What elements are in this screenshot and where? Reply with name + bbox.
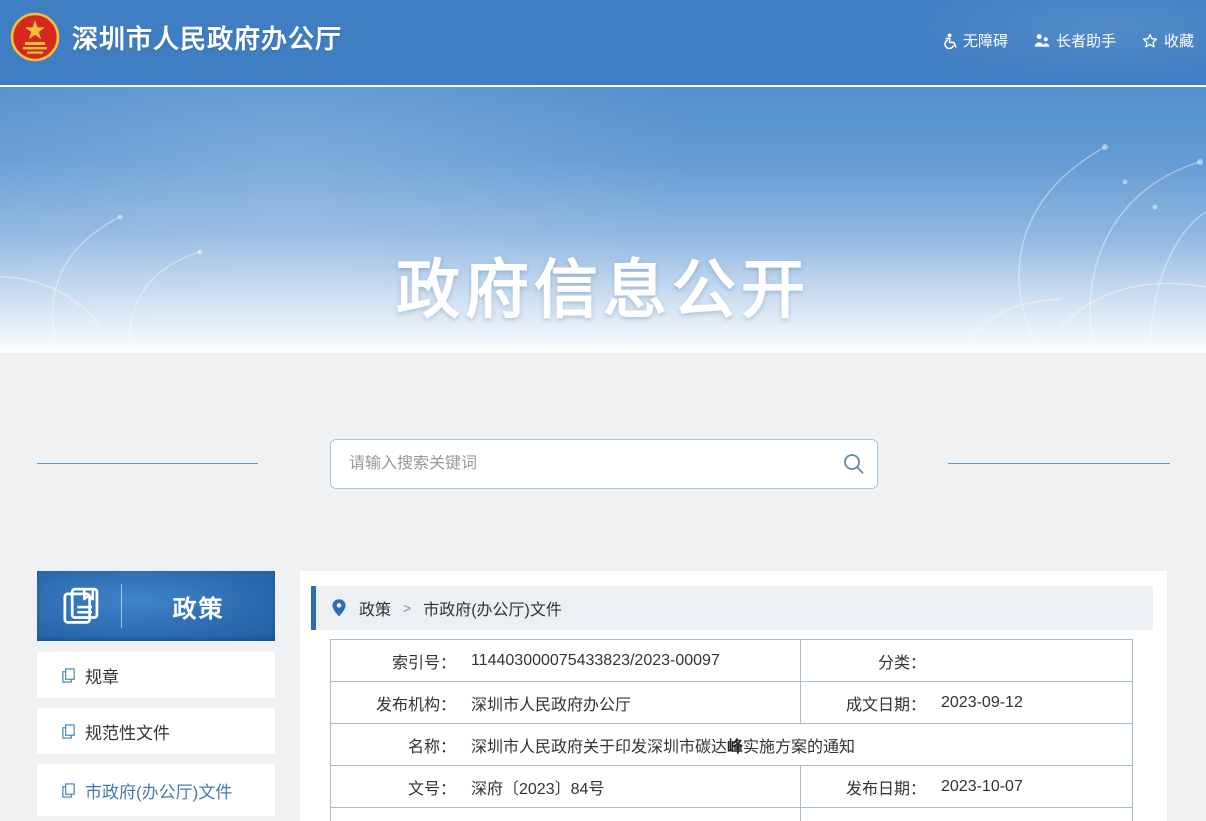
sidebar: 政策 规章 规范性文件 市 (37, 571, 275, 816)
sidebar-title: 政策 (122, 589, 275, 624)
page: 深圳市人民政府办公厅 无障碍 长者助手 (0, 0, 1206, 821)
document-icon (61, 668, 76, 683)
document-icon (61, 724, 76, 739)
search-box (330, 439, 878, 489)
national-emblem-icon (10, 12, 60, 62)
table-row: 文号： 深府〔2023〕84号 发布日期： 2023-10-07 (330, 766, 1133, 808)
search-highlight: 峰 (727, 739, 743, 756)
favorite-link[interactable]: 收藏 (1142, 30, 1194, 51)
doc-number-label: 文号： (331, 775, 456, 799)
publisher-value: 深圳市人民政府办公厅 (456, 691, 631, 715)
sidebar-item-label: 规范性文件 (85, 719, 170, 744)
breadcrumb-current[interactable]: 市政府(办公厅)文件 (423, 596, 562, 620)
site-title: 深圳市人民政府办公厅 (72, 19, 342, 56)
table-row-partial (330, 808, 1133, 821)
date-written-label: 成文日期： (801, 691, 926, 715)
doc-name-label: 名称： (331, 733, 456, 757)
table-row: 名称： 深圳市人民政府关于印发深圳市碳达峰实施方案的通知 (330, 724, 1133, 766)
doc-name-value: 深圳市人民政府关于印发深圳市碳达峰实施方案的通知 (456, 733, 855, 757)
sidebar-item-label: 规章 (85, 663, 119, 688)
accessibility-label: 无障碍 (963, 30, 1008, 51)
page-title: 政府信息公开 (0, 239, 1206, 331)
table-row: 发布机构： 深圳市人民政府办公厅 成文日期： 2023-09-12 (330, 682, 1133, 724)
date-published-label: 发布日期： (801, 775, 926, 799)
table-row: 索引号： 114403000075433823/2023-00097 分类： (330, 639, 1133, 682)
search-input[interactable] (331, 455, 831, 473)
policy-book-icon (59, 584, 103, 628)
elder-assist-label: 长者助手 (1056, 30, 1116, 51)
decorative-line-left (37, 463, 258, 464)
sidebar-item-normative-documents[interactable]: 规范性文件 (37, 708, 275, 754)
sidebar-item-label: 市政府(办公厅)文件 (85, 778, 232, 803)
index-number-label: 索引号： (331, 649, 456, 673)
index-number-value: 114403000075433823/2023-00097 (456, 652, 720, 670)
doc-number-value: 深府〔2023〕84号 (456, 775, 604, 799)
sidebar-item-municipal-documents-active[interactable]: 市政府(办公厅)文件 (37, 764, 275, 816)
breadcrumb-separator: > (403, 600, 411, 616)
main-content-card: 政策 > 市政府(办公厅)文件 索引号： 114403000075433823/… (300, 571, 1167, 821)
accessibility-link[interactable]: 无障碍 (941, 30, 1008, 51)
elder-assist-link[interactable]: 长者助手 (1034, 30, 1116, 51)
date-written-value: 2023-09-12 (926, 694, 1023, 712)
document-info-table: 索引号： 114403000075433823/2023-00097 分类： 发… (330, 639, 1133, 821)
star-icon (1142, 33, 1158, 49)
sidebar-header: 政策 (37, 571, 275, 641)
site-logo-link[interactable]: 深圳市人民政府办公厅 (10, 12, 342, 62)
sidebar-item-regulations[interactable]: 规章 (37, 652, 275, 698)
category-label: 分类： (801, 649, 926, 673)
banner: 政府信息公开 (0, 85, 1206, 353)
search-button[interactable] (831, 440, 877, 488)
decorative-line-right (948, 463, 1170, 464)
search-icon (842, 452, 866, 476)
favorite-label: 收藏 (1164, 30, 1194, 51)
breadcrumb-link-policy[interactable]: 政策 (359, 596, 391, 620)
breadcrumb: 政策 > 市政府(办公厅)文件 (311, 586, 1153, 630)
publisher-label: 发布机构： (331, 691, 456, 715)
content-section: 政策 规章 规范性文件 市 (0, 353, 1206, 821)
document-icon (61, 783, 76, 798)
topbar: 深圳市人民政府办公厅 无障碍 长者助手 (0, 0, 1206, 85)
breadcrumb-accent-bar (311, 586, 316, 630)
accessibility-icon (941, 33, 957, 49)
location-pin-icon (332, 599, 346, 617)
elder-person-icon (1034, 33, 1050, 49)
date-published-value: 2023-10-07 (926, 778, 1023, 796)
topbar-links: 无障碍 长者助手 收藏 (941, 30, 1194, 51)
